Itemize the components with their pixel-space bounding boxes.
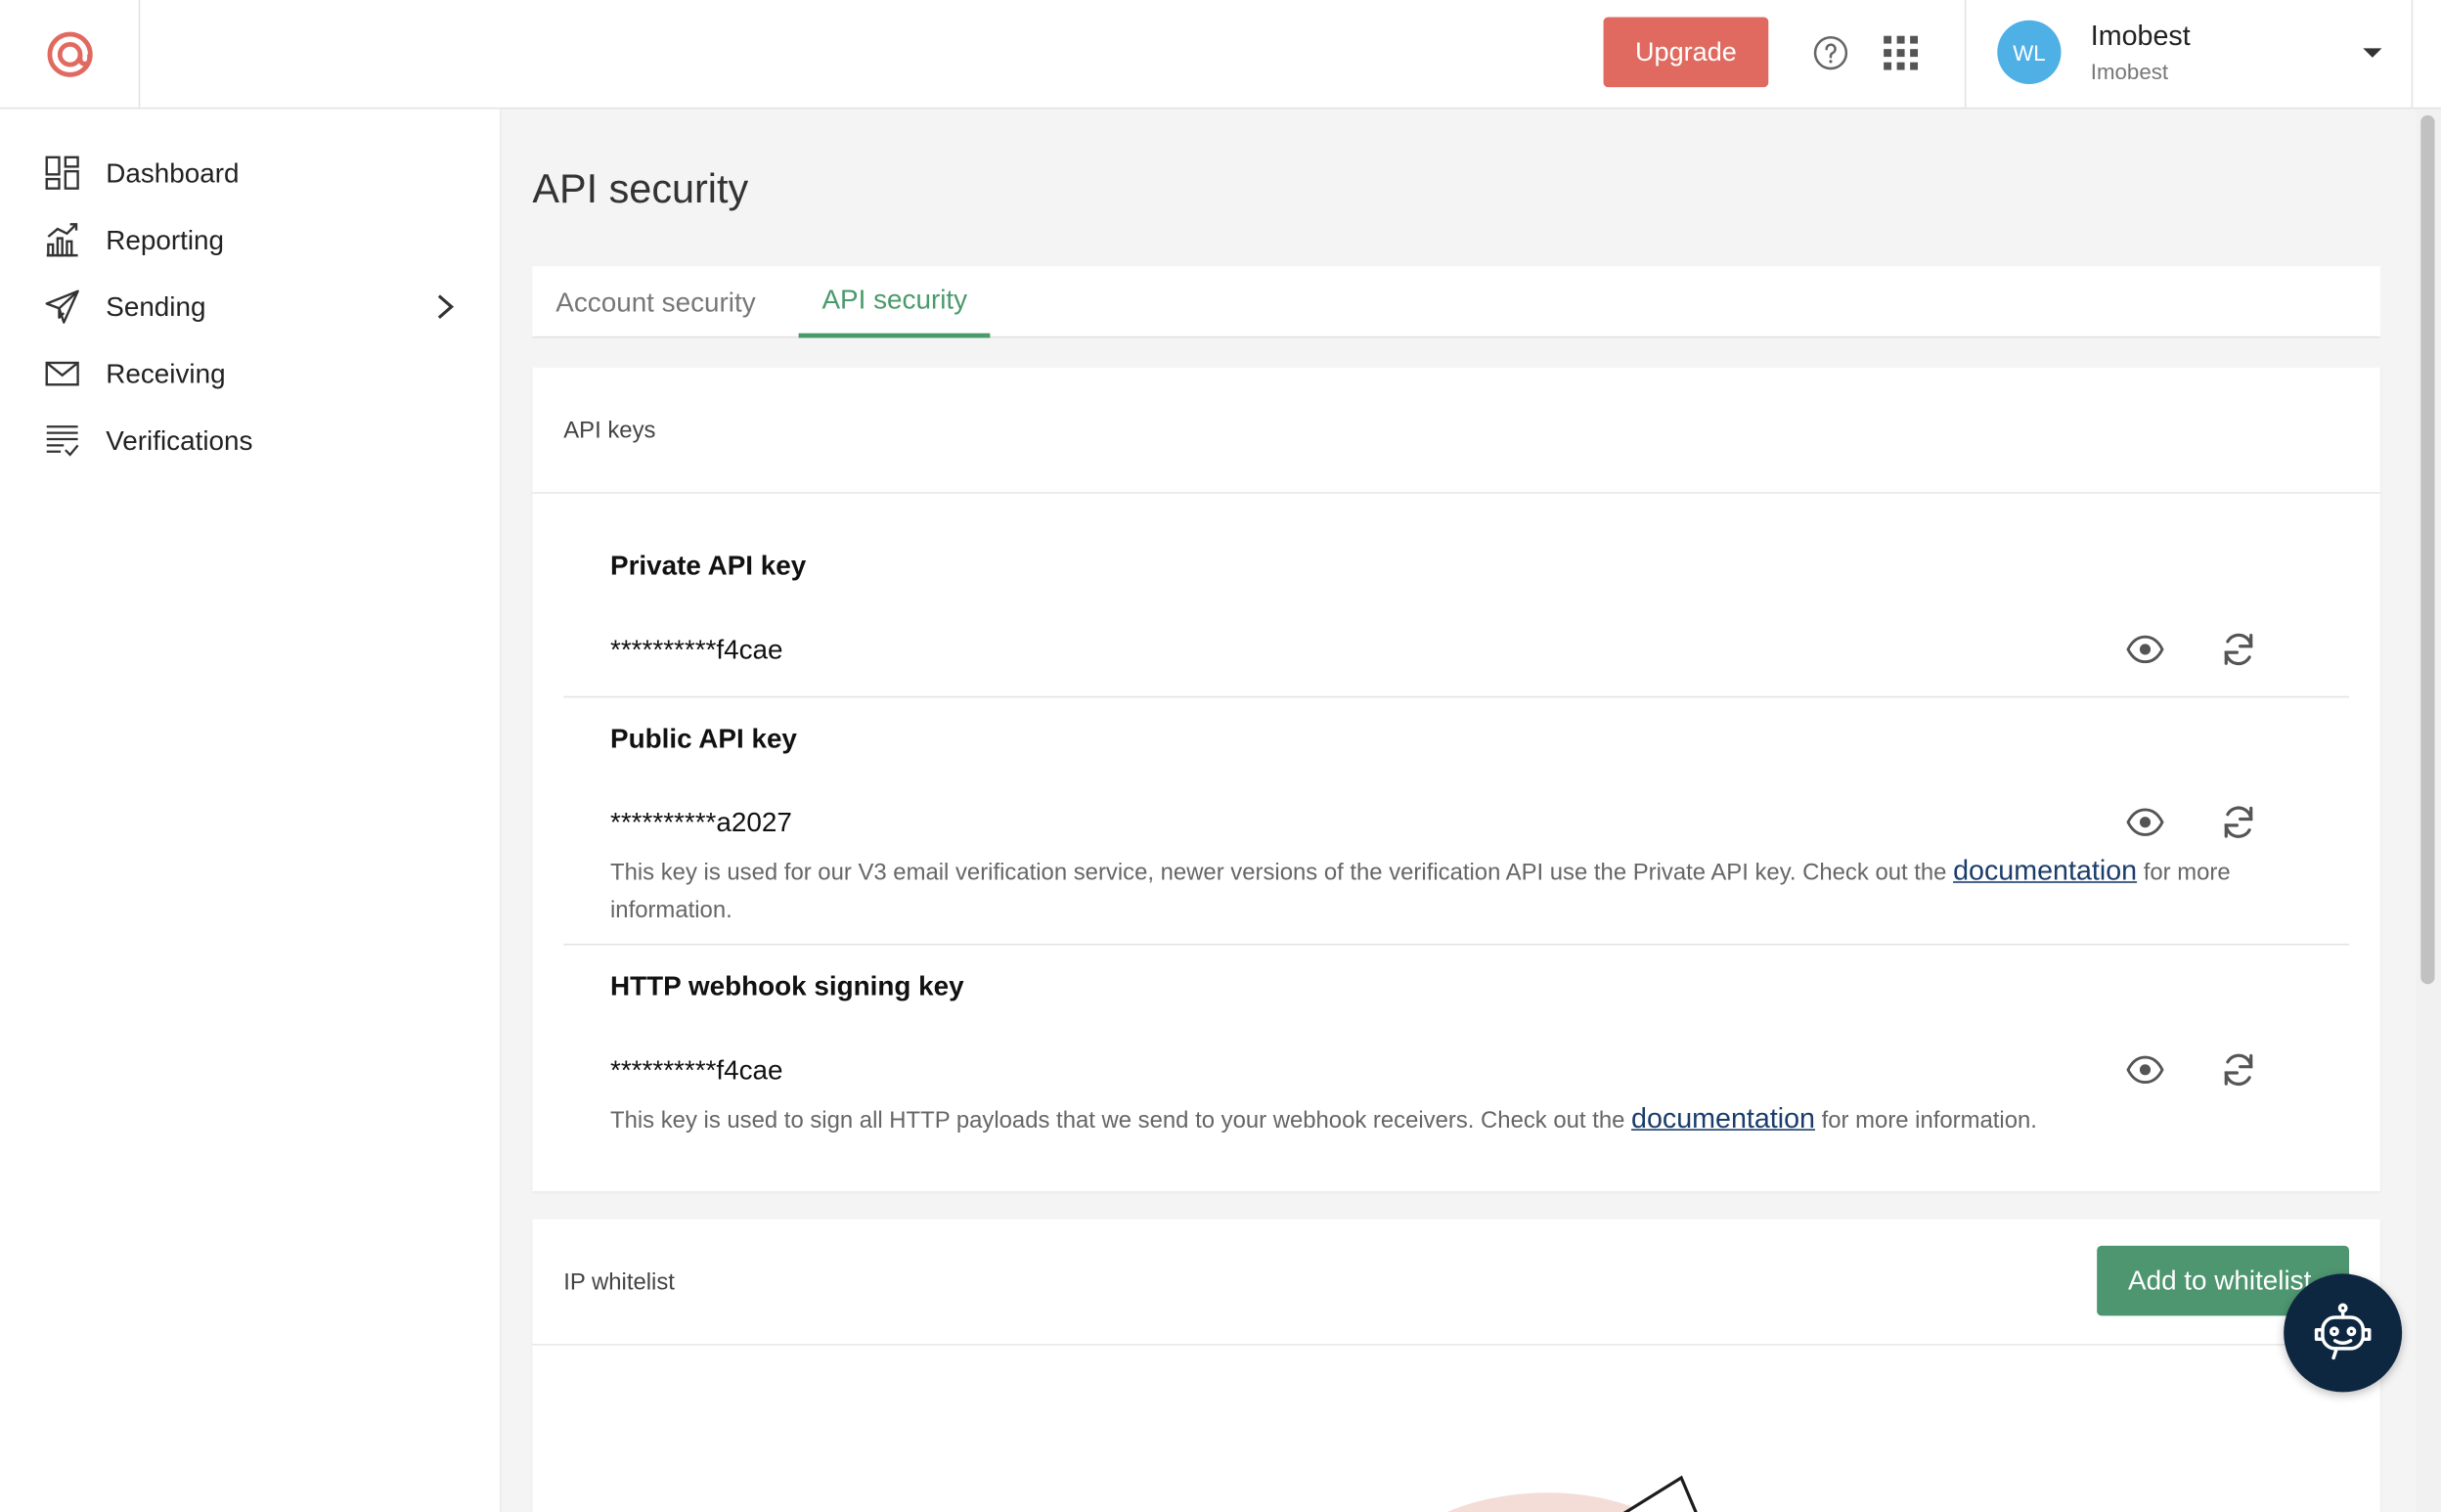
eye-icon[interactable] [2126,1051,2164,1089]
key-value: **********a2027 [609,806,792,838]
apps-grid-icon[interactable] [1884,35,1919,70]
desc-text: This key is used to sign all HTTP payloa… [609,1107,1632,1134]
sending-icon [45,289,79,324]
api-keys-heading: API keys [532,368,2380,494]
page-title: API security [532,164,749,212]
refresh-icon[interactable] [2220,804,2257,841]
desc-text: for more information. [1815,1107,2037,1134]
logo[interactable] [0,0,141,108]
key-title: Private API key [609,550,807,581]
sidebar-item-label: Sending [106,289,206,322]
upgrade-button[interactable]: Upgrade [1603,17,1769,88]
help-icon[interactable] [1812,34,1849,71]
sidebar: Dashboard Reporting Sending Receiving Ve… [0,109,502,1512]
sidebar-item-label: Dashboard [106,156,240,188]
tab-bar: Account security API security [532,266,2380,338]
reporting-icon [46,223,78,257]
receiving-icon [45,361,79,386]
refresh-icon[interactable] [2220,631,2257,668]
desc-text: This key is used for our V3 email verifi… [609,859,1954,886]
tab-api-security[interactable]: API security [798,266,991,338]
user-menu[interactable]: WL Imobest Imobest [1964,0,2414,108]
eye-icon[interactable] [2126,631,2164,668]
public-key-row: Public API key **********a2027 This key … [563,697,2350,946]
scrollbar[interactable] [2416,109,2441,1512]
sidebar-item-label: Verifications [106,423,253,456]
top-bar: Upgrade WL Imobest Imobest [0,0,2441,110]
documentation-link[interactable]: documentation [1953,855,2137,886]
robot-icon [2314,1303,2372,1360]
sidebar-item-verifications[interactable]: Verifications [0,408,502,473]
key-description: This key is used to sign all HTTP payloa… [610,1101,2260,1139]
user-account: Imobest [2090,59,2169,84]
dashboard-icon [45,156,79,190]
scrollbar-thumb[interactable] [2420,114,2435,985]
user-name: Imobest [2090,20,2191,52]
refresh-icon[interactable] [2220,1051,2257,1089]
verifications-icon [46,425,79,457]
sidebar-item-sending[interactable]: Sending [0,274,502,339]
key-value: **********f4cae [609,1053,783,1086]
caret-down-icon[interactable] [2362,42,2383,64]
sidebar-item-reporting[interactable]: Reporting [0,207,502,273]
key-value: **********f4cae [609,634,783,665]
key-title: HTTP webhook signing key [609,969,964,1001]
avatar: WL [1997,20,2062,84]
api-keys-card: API keys Private API key **********f4cae [532,367,2380,1192]
sidebar-item-dashboard[interactable]: Dashboard [0,140,502,205]
sidebar-item-label: Reporting [106,223,225,255]
private-key-row: Private API key **********f4cae [563,494,2350,698]
tab-account-security[interactable]: Account security [532,266,778,337]
ip-whitelist-card: IP whitelist Add to whitelist [532,1219,2380,1512]
empty-state-illustration [1447,1475,1698,1512]
chevron-right-icon[interactable] [433,292,458,321]
sidebar-item-receiving[interactable]: Receiving [0,341,502,407]
key-description: This key is used for our V3 email verifi… [610,854,2260,928]
chatbot-button[interactable] [2284,1273,2403,1393]
webhook-key-row: HTTP webhook signing key **********f4cae… [563,945,2349,1178]
main-content: API security Account security API securi… [501,109,2417,1512]
sidebar-item-label: Receiving [106,357,226,389]
documentation-link[interactable]: documentation [1631,1102,1815,1134]
brand-logo-icon [46,30,92,77]
eye-icon[interactable] [2126,804,2164,841]
key-title: Public API key [609,722,797,754]
